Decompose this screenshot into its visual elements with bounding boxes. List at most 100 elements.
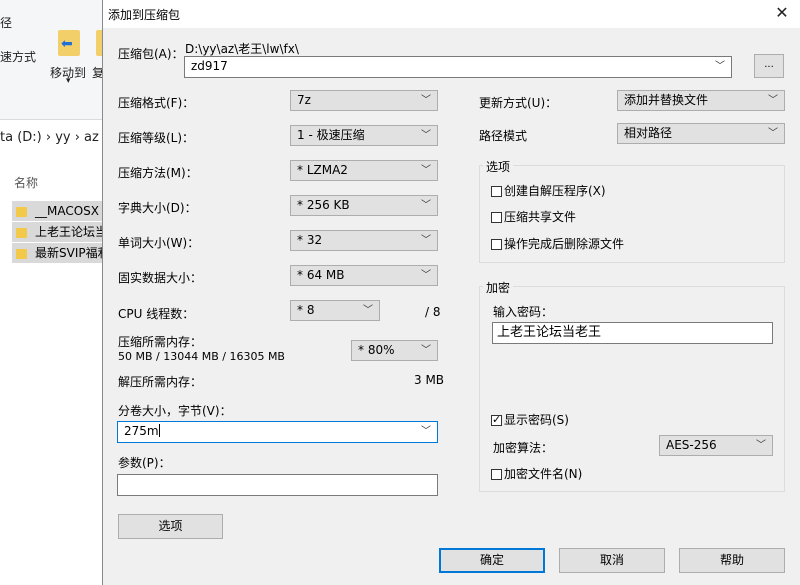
show-password-checkbox[interactable]: 显示密码(S): [491, 413, 569, 427]
chevron-down-icon: ﹀: [421, 270, 431, 281]
column-header-name[interactable]: 名称: [14, 174, 38, 191]
cancel-button[interactable]: 取消: [559, 548, 665, 573]
checkbox-box[interactable]: [491, 239, 502, 250]
ribbon-copy-path-text[interactable]: 径: [0, 14, 12, 31]
path-mode-label: 路径模式: [479, 129, 528, 143]
params-label: 参数(P)：: [118, 456, 171, 470]
file-row[interactable]: 最新SVIP福利: [12, 243, 108, 263]
file-name: 最新SVIP福利: [35, 246, 108, 260]
decomp-value: 3 MB: [414, 373, 445, 387]
chevron-down-icon: ﹀: [363, 305, 373, 316]
volume-value: 275m: [124, 424, 159, 438]
archive-name-combo[interactable]: zd917 ﹀: [184, 56, 732, 78]
chevron-down-icon: ﹀: [421, 200, 431, 211]
volume-label: 分卷大小，字节(V)：: [118, 404, 232, 418]
word-label: 单词大小(W)：: [118, 236, 200, 250]
level-label: 压缩等级(L)：: [118, 131, 195, 145]
cpu-max: / 8: [425, 305, 441, 319]
chevron-down-icon: ﹀: [768, 95, 778, 106]
level-value: 1 - 极速压缩: [297, 128, 365, 142]
word-value: * 32: [297, 233, 323, 247]
options-group-title: 选项: [483, 158, 514, 175]
folder-icon: [16, 248, 27, 259]
dict-select[interactable]: * 256 KB ﹀: [290, 195, 438, 216]
shared-label: 压缩共享文件: [504, 210, 577, 224]
archive-path: D:\yy\az\老王\lw\fx\: [185, 42, 299, 56]
delete-after-checkbox[interactable]: 操作完成后删除源文件: [491, 237, 624, 251]
ribbon-paste-shortcut-text[interactable]: 速方式: [0, 48, 36, 65]
text-caret: [158, 424, 160, 437]
enc-method-label: 加密算法：: [493, 441, 554, 455]
word-select[interactable]: * 32 ﹀: [290, 230, 438, 251]
password-input[interactable]: 上老王论坛当老王: [492, 322, 773, 344]
checkbox-box[interactable]: [491, 212, 502, 223]
archive-label: 压缩包(A)：: [118, 47, 184, 61]
chevron-down-icon: ﹀: [768, 128, 778, 139]
decomp-label: 解压所需内存：: [118, 375, 203, 389]
cpu-select[interactable]: * 8 ﹀: [290, 300, 380, 321]
dict-label: 字典大小(D)：: [118, 201, 197, 215]
cpu-value: * 8: [297, 303, 315, 317]
shared-checkbox[interactable]: 压缩共享文件: [491, 210, 576, 224]
chevron-down-icon[interactable]: ▾: [66, 76, 71, 86]
checkbox-box[interactable]: [491, 469, 502, 480]
password-label: 输入密码：: [493, 305, 554, 319]
file-name: 上老王论坛当: [35, 225, 108, 239]
sfx-checkbox[interactable]: 创建自解压程序(X): [491, 184, 606, 198]
dict-value: * 256 KB: [297, 198, 350, 212]
address-bar[interactable]: ta (D:) › yy › az: [0, 130, 99, 145]
enc-method-select[interactable]: AES-256 ﹀: [659, 435, 773, 456]
close-icon[interactable]: ✕: [769, 2, 795, 24]
delete-after-label: 操作完成后删除源文件: [504, 237, 625, 251]
mem-value: * 80%: [358, 343, 395, 357]
chevron-down-icon[interactable]: ﹀: [421, 422, 431, 441]
help-button[interactable]: 帮助: [679, 548, 785, 573]
solid-select[interactable]: * 64 MB ﹀: [290, 265, 438, 286]
enc-method-value: AES-256: [666, 438, 717, 452]
encrypt-names-checkbox[interactable]: 加密文件名(N): [491, 467, 582, 481]
level-select[interactable]: 1 - 极速压缩 ﹀: [290, 125, 438, 146]
options-button[interactable]: 选项: [118, 514, 223, 539]
file-name: __MACOSX: [35, 204, 100, 218]
move-to-icon[interactable]: ⬅: [58, 30, 80, 56]
chevron-down-icon: ﹀: [421, 165, 431, 176]
ok-button[interactable]: 确定: [439, 548, 545, 573]
dialog-title: 添加到压缩包: [108, 8, 181, 22]
chevron-down-icon: ﹀: [421, 235, 431, 246]
add-to-archive-dialog: 添加到压缩包 ✕ 压缩包(A)： D:\yy\az\老王\lw\fx\ zd91…: [102, 0, 800, 585]
params-input[interactable]: [117, 474, 438, 496]
chevron-down-icon[interactable]: ﹀: [715, 57, 725, 76]
method-label: 压缩方法(M)：: [118, 166, 198, 180]
encrypt-names-label: 加密文件名(N): [504, 467, 583, 481]
file-row[interactable]: __MACOSX: [12, 201, 108, 221]
file-row[interactable]: 上老王论坛当: [12, 222, 108, 242]
path-mode-select[interactable]: 相对路径 ﹀: [617, 123, 785, 144]
update-label: 更新方式(U)：: [479, 96, 558, 110]
solid-label: 固实数据大小：: [118, 271, 203, 285]
checkbox-box[interactable]: [491, 186, 502, 197]
sfx-label: 创建自解压程序(X): [504, 184, 606, 198]
format-label: 压缩格式(F)：: [118, 96, 195, 110]
browse-button[interactable]: ...: [754, 54, 784, 78]
chevron-down-icon: ﹀: [421, 345, 431, 356]
update-select[interactable]: 添加并替换文件 ﹀: [617, 90, 785, 111]
mem-label: 压缩所需内存：: [118, 335, 203, 349]
encryption-group-title: 加密: [483, 279, 514, 296]
method-value: * LZMA2: [297, 163, 348, 177]
update-value: 添加并替换文件: [624, 93, 709, 107]
chevron-down-icon: ﹀: [421, 95, 431, 106]
path-mode-value: 相对路径: [624, 126, 673, 140]
cpu-label: CPU 线程数：: [118, 307, 195, 321]
folder-icon: [16, 206, 27, 217]
format-value: 7z: [297, 93, 311, 107]
checkbox-box[interactable]: [491, 413, 502, 427]
method-select[interactable]: * LZMA2 ﹀: [290, 160, 438, 181]
mem-select[interactable]: * 80% ﹀: [351, 340, 438, 361]
volume-combo[interactable]: 275m ﹀: [117, 421, 438, 443]
explorer-ribbon: 径 速方式 ⬅ 移动到 复 ▾: [0, 0, 110, 120]
show-password-label: 显示密码(S): [504, 413, 569, 427]
archive-name-value: zd917: [191, 59, 228, 73]
chevron-down-icon: ﹀: [756, 440, 766, 451]
format-select[interactable]: 7z ﹀: [290, 90, 438, 111]
dialog-titlebar[interactable]: 添加到压缩包 ✕: [103, 0, 800, 28]
